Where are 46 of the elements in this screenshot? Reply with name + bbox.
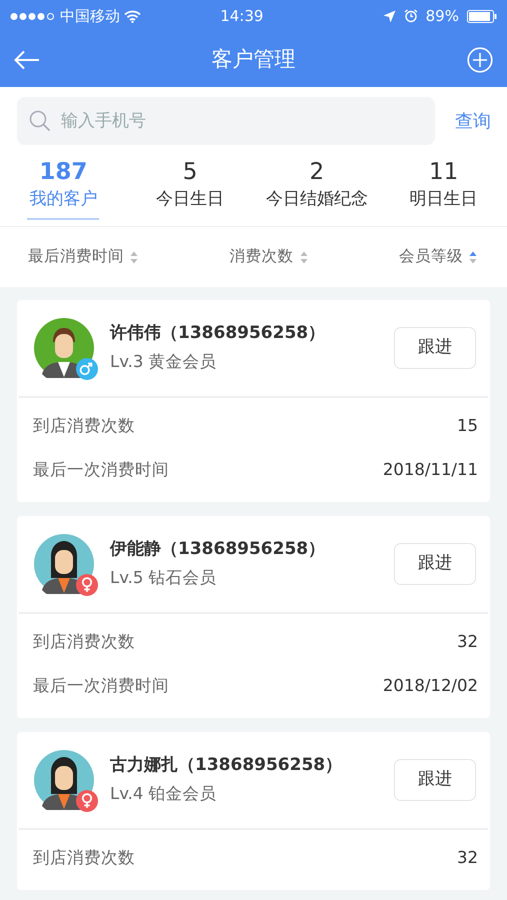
stat-label: 到店消费次数 bbox=[33, 846, 135, 869]
search-field[interactable]: 输入手机号 bbox=[17, 97, 435, 145]
follow-up-button[interactable]: 跟进 bbox=[394, 327, 476, 370]
tab-count[interactable]: 11 bbox=[428, 159, 458, 187]
tab-count[interactable]: 2 bbox=[310, 159, 324, 187]
location-icon bbox=[382, 10, 396, 22]
stat-value: 2018/12/02 bbox=[382, 674, 478, 697]
member-level: Lv.4 铂金会员 bbox=[110, 783, 218, 806]
customer-name: 古力娜扎（13868956258） bbox=[110, 754, 344, 777]
wifi-icon bbox=[124, 10, 141, 22]
member-level: Lv.3 黄金会员 bbox=[110, 351, 218, 374]
add-icon[interactable] bbox=[467, 46, 493, 72]
battery-icon bbox=[466, 10, 497, 22]
stat-value: 32 bbox=[457, 630, 478, 653]
sort-icon[interactable] bbox=[469, 250, 477, 264]
sort-icon[interactable] bbox=[130, 250, 138, 264]
customer-name: 许伟伟（13868956258） bbox=[110, 322, 326, 345]
follow-up-button[interactable]: 跟进 bbox=[394, 759, 476, 802]
carrier-name: 中国移动 bbox=[60, 6, 120, 27]
stat-label: 最后一次消费时间 bbox=[33, 674, 169, 697]
clock-time: 14:39 bbox=[220, 6, 264, 27]
avatar-icon bbox=[34, 750, 94, 810]
stat-label: 到店消费次数 bbox=[33, 414, 135, 437]
customer-name: 伊能静（13868956258） bbox=[110, 538, 326, 561]
back-arrow-icon[interactable] bbox=[14, 50, 40, 70]
alarm-icon bbox=[404, 9, 418, 23]
stat-value: 2018/11/11 bbox=[382, 458, 478, 481]
stat-value: 32 bbox=[457, 846, 478, 869]
sort-icon[interactable] bbox=[300, 250, 308, 264]
sort-option[interactable]: 最后消费时间 bbox=[28, 245, 124, 269]
avatar-icon bbox=[34, 318, 94, 378]
stat-label: 到店消费次数 bbox=[33, 630, 135, 653]
tab-count[interactable]: 5 bbox=[182, 159, 198, 187]
signal-icon bbox=[10, 12, 56, 20]
stat-label: 最后一次消费时间 bbox=[33, 458, 169, 481]
tab-label[interactable]: 明日生日 bbox=[408, 186, 480, 220]
tab-label[interactable]: 今日结婚纪念 bbox=[264, 186, 370, 220]
tab-label[interactable]: 今日生日 bbox=[154, 186, 226, 220]
sort-option[interactable]: 消费次数 bbox=[230, 245, 294, 269]
sort-option[interactable]: 会员等级 bbox=[399, 245, 463, 269]
follow-up-button[interactable]: 跟进 bbox=[394, 543, 476, 586]
member-level: Lv.5 钻石会员 bbox=[110, 567, 218, 590]
avatar-icon bbox=[34, 534, 94, 594]
stat-value: 15 bbox=[457, 414, 478, 437]
page-title: 客户管理 bbox=[212, 46, 296, 73]
battery-percent: 89% bbox=[426, 6, 459, 27]
